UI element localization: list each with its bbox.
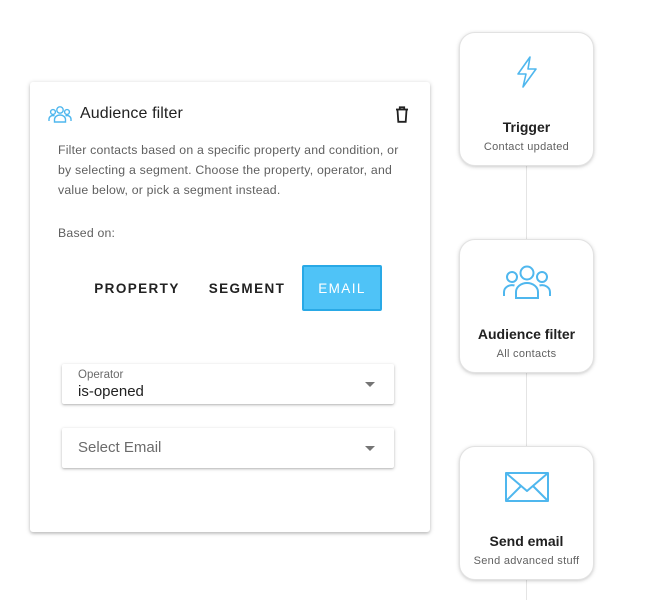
node-subtitle: All contacts bbox=[496, 348, 557, 360]
flow-node-send-email[interactable]: Send email Send advanced stuff bbox=[459, 446, 594, 580]
node-title: Trigger bbox=[502, 119, 551, 135]
operator-value: is-opened bbox=[78, 383, 144, 400]
chevron-down-icon bbox=[365, 446, 375, 451]
email-select[interactable]: Select Email bbox=[62, 428, 394, 468]
chevron-down-icon bbox=[365, 382, 375, 387]
audience-filter-panel: Audience filter Filter contacts based on… bbox=[30, 82, 430, 532]
toggle-email[interactable]: EMAIL bbox=[302, 265, 382, 311]
operator-label: Operator bbox=[78, 369, 124, 381]
lightning-bolt-icon bbox=[513, 55, 541, 94]
flow-node-trigger[interactable]: Trigger Contact updated bbox=[459, 32, 594, 166]
node-title: Send email bbox=[489, 533, 564, 549]
envelope-icon bbox=[503, 469, 551, 510]
node-subtitle: Send advanced stuff bbox=[473, 555, 580, 567]
operator-select[interactable]: Operator is-opened bbox=[62, 364, 394, 404]
toggle-segment[interactable]: SEGMENT bbox=[192, 265, 302, 311]
panel-header: Audience filter bbox=[48, 102, 412, 126]
email-select-placeholder: Select Email bbox=[78, 439, 162, 456]
node-subtitle: Contact updated bbox=[483, 141, 570, 153]
users-group-icon bbox=[48, 104, 72, 124]
based-on-label: Based on: bbox=[58, 226, 116, 240]
flow-node-audience-filter[interactable]: Audience filter All contacts bbox=[459, 239, 594, 373]
based-on-toggle-group: PROPERTY SEGMENT EMAIL bbox=[82, 264, 382, 312]
trash-icon[interactable] bbox=[392, 102, 412, 126]
toggle-property[interactable]: PROPERTY bbox=[82, 265, 192, 311]
node-title: Audience filter bbox=[477, 326, 576, 342]
panel-description: Filter contacts based on a specific prop… bbox=[58, 143, 399, 197]
users-group-icon bbox=[502, 262, 552, 307]
panel-title: Audience filter bbox=[80, 105, 183, 122]
